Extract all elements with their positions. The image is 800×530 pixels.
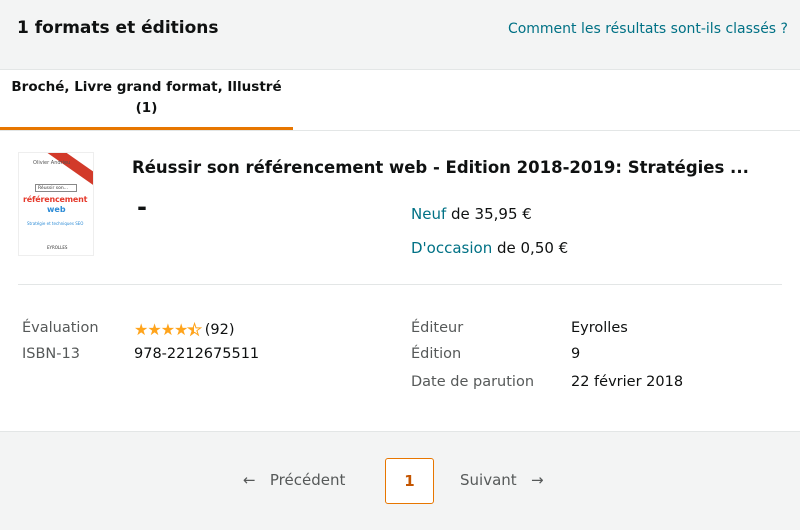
- divider: [18, 284, 782, 285]
- product-card: Olivier Andrieu Réussir son... référence…: [0, 131, 800, 431]
- previous-page-button[interactable]: ← Précédent: [243, 458, 345, 504]
- offer-new: Neuf de 35,95 €: [411, 205, 532, 223]
- offer-used-link[interactable]: D'occasion: [411, 239, 492, 257]
- date-label: Date de parution: [411, 374, 535, 390]
- arrow-right-icon: →: [530, 471, 544, 489]
- next-page-button[interactable]: Suivant →: [460, 458, 544, 504]
- tab-broche[interactable]: Broché, Livre grand format, Illustré (1): [0, 71, 293, 130]
- previous-label: Précédent: [269, 471, 346, 489]
- current-page-button[interactable]: 1: [385, 458, 434, 504]
- cover-subtitle: Stratégie et techniques SEO: [27, 221, 84, 226]
- rating-label: Évaluation: [22, 320, 99, 336]
- format-dash: -: [137, 193, 147, 221]
- edition-label: Édition: [411, 346, 462, 362]
- formats-count-title: 1 formats et éditions: [17, 18, 219, 38]
- arrow-left-icon: ←: [243, 471, 256, 489]
- cover-author: Olivier Andrieu: [33, 160, 71, 166]
- publisher-value: Eyrolles: [571, 320, 628, 336]
- book-cover-image[interactable]: Olivier Andrieu Réussir son... référence…: [18, 152, 94, 256]
- offer-new-price: de 35,95 €: [451, 205, 532, 223]
- tab-label: Broché, Livre grand format, Illustré: [11, 79, 282, 95]
- star-rating-icon: ★★★★★★: [134, 320, 202, 340]
- cover-title-line1: référencement: [23, 195, 88, 204]
- cover-title-line2: web: [47, 205, 66, 214]
- edition-value: 9: [571, 346, 581, 362]
- format-tabs: Broché, Livre grand format, Illustré (1): [0, 71, 800, 131]
- rating-count: (92): [204, 322, 235, 338]
- offer-used-price: de 0,50 €: [497, 239, 569, 257]
- publisher-label: Éditeur: [411, 320, 464, 336]
- cover-search-box: Réussir son...: [35, 184, 77, 192]
- pagination-bar: ← Précédent 1 Suivant →: [0, 431, 800, 530]
- product-title-link[interactable]: Réussir son référencement web - Edition …: [132, 158, 749, 177]
- date-value: 22 février 2018: [571, 374, 684, 390]
- results-header: 1 formats et éditions Comment les résult…: [0, 0, 800, 70]
- tab-count: (1): [135, 100, 158, 116]
- rating-value[interactable]: ★★★★★★(92): [134, 320, 235, 340]
- offer-used: D'occasion de 0,50 €: [411, 239, 568, 257]
- isbn-value: 978-2212675511: [134, 346, 260, 362]
- offer-new-link[interactable]: Neuf: [411, 205, 446, 223]
- cover-publisher: EYROLLES: [47, 245, 68, 250]
- isbn-label: ISBN-13: [22, 346, 80, 362]
- next-label: Suivant: [460, 471, 517, 489]
- ranking-info-link[interactable]: Comment les résultats sont-ils classés ?: [508, 21, 788, 37]
- cover-ribbon: [45, 153, 93, 189]
